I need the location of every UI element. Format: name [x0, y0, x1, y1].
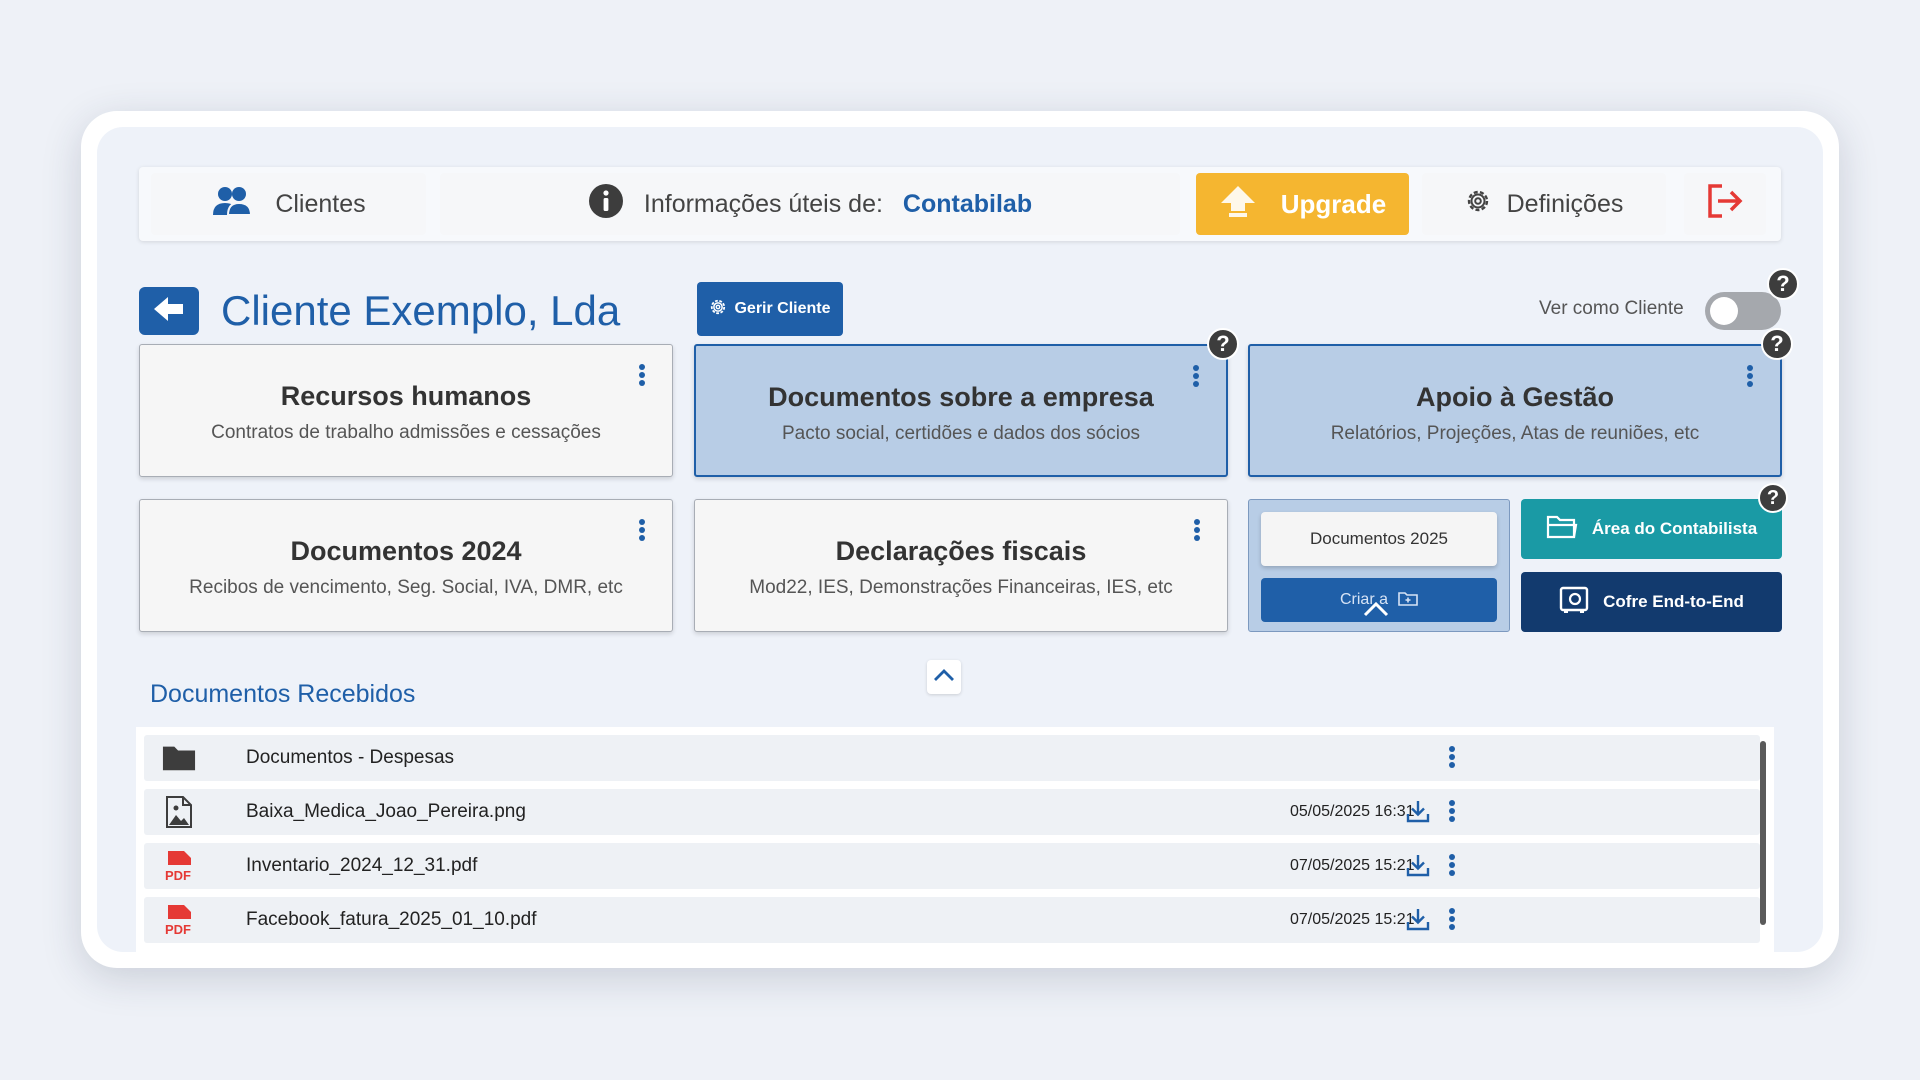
chevron-up-icon [932, 668, 956, 687]
gear-icon [1465, 188, 1491, 221]
kebab-menu-icon[interactable] [638, 518, 646, 547]
info-label: Informações úteis de: [643, 189, 883, 218]
svg-text:PDF: PDF [165, 922, 191, 936]
help-icon[interactable]: ? [1207, 328, 1239, 360]
file-name: Inventario_2024_12_31.pdf [246, 855, 478, 876]
upgrade-button[interactable]: Upgrade [1196, 173, 1409, 235]
help-icon[interactable]: ? [1761, 328, 1793, 360]
file-name: Facebook_fatura_2025_01_10.pdf [246, 909, 537, 930]
card-subtitle: Relatórios, Projeções, Atas de reuniões,… [1330, 423, 1700, 444]
app-frame: Clientes Informações úteis de: Contabila… [81, 111, 1839, 968]
back-button[interactable] [139, 287, 199, 335]
list-item[interactable]: Documentos - Despesas [144, 735, 1760, 781]
top-navbar: Clientes Informações úteis de: Contabila… [139, 167, 1781, 241]
clients-nav-button[interactable]: Clientes [151, 173, 426, 235]
folder-open-icon [1546, 514, 1578, 545]
kebab-menu-icon[interactable] [1193, 518, 1201, 547]
gear-icon [709, 298, 727, 321]
accountant-area-label: Área do Contabilista [1591, 519, 1758, 538]
help-icon[interactable]: ? [1758, 483, 1788, 513]
info-brand-link[interactable]: Contabilab [903, 190, 1032, 219]
info-icon [588, 183, 624, 226]
view-as-client-label: Ver como Cliente [1539, 298, 1684, 319]
chevron-up-icon [1361, 600, 1391, 623]
svg-text:PDF: PDF [165, 868, 191, 882]
card-subtitle: Pacto social, certidões e dados dos sóci… [781, 423, 1141, 444]
toggle-knob [1710, 297, 1738, 325]
vault-label: Cofre End-to-End [1603, 592, 1744, 611]
vault-button[interactable]: Cofre End-to-End [1521, 572, 1782, 632]
kebab-menu-icon[interactable] [1448, 745, 1456, 774]
card-apoio-gestao[interactable]: Apoio à Gestão Relatórios, Projeções, At… [1248, 344, 1782, 477]
download-icon[interactable] [1406, 853, 1430, 882]
settings-button[interactable]: Definições [1422, 173, 1666, 235]
kebab-menu-icon[interactable] [638, 363, 646, 392]
accountant-area-button[interactable]: Área do Contabilista [1521, 499, 1782, 559]
page-title: Cliente Exemplo, Lda [221, 287, 621, 334]
received-documents-title: Documentos Recebidos [150, 680, 416, 708]
card-title: Documentos 2024 [290, 536, 522, 566]
list-item[interactable]: Baixa_Medica_Joao_Pereira.png 05/05/2025… [144, 789, 1760, 835]
file-date: 07/05/2025 15:21 [1290, 857, 1415, 874]
card-recursos-humanos[interactable]: Recursos humanos Contratos de trabalho a… [139, 344, 673, 477]
safe-icon [1559, 586, 1589, 619]
kebab-menu-icon[interactable] [1448, 907, 1456, 936]
info-nav-button[interactable]: Informações úteis de: Contabilab [440, 173, 1180, 235]
pdf-file-icon: PDF [162, 903, 196, 937]
pdf-file-icon: PDF [162, 849, 196, 883]
download-icon[interactable] [1406, 907, 1430, 936]
logout-button[interactable] [1684, 173, 1766, 235]
folder-icon [162, 741, 196, 775]
card-subtitle: Mod22, IES, Demonstrações Financeiras, I… [749, 577, 1173, 598]
upload-arrow-icon [1219, 184, 1257, 225]
image-file-icon [162, 795, 196, 829]
upgrade-label: Upgrade [1280, 188, 1387, 219]
kebab-menu-icon[interactable] [1448, 853, 1456, 882]
card-subtitle: Contratos de trabalho admissões e cessaç… [211, 422, 601, 443]
card-title: Documentos sobre a empresa [768, 382, 1154, 412]
card-title: Recursos humanos [280, 381, 532, 411]
manage-client-button[interactable]: Gerir Cliente [697, 282, 843, 336]
card-subtitle: Recibos de vencimento, Seg. Social, IVA,… [189, 577, 623, 598]
folder-plus-icon [1398, 590, 1418, 611]
new-folder-panel: Documentos 2025 Criar a [1248, 499, 1510, 632]
download-icon[interactable] [1406, 799, 1430, 828]
collapse-button[interactable] [927, 660, 961, 694]
received-documents-list: Documentos - Despesas Baixa_Medica_Joao_… [136, 727, 1774, 952]
card-title: Apoio à Gestão [1415, 382, 1615, 412]
documentos-2025-button[interactable]: Documentos 2025 [1261, 512, 1497, 566]
file-date: 05/05/2025 16:31 [1290, 803, 1415, 820]
list-item[interactable]: PDF Inventario_2024_12_31.pdf 07/05/2025… [144, 843, 1760, 889]
file-date: 07/05/2025 15:21 [1290, 911, 1415, 928]
kebab-menu-icon[interactable] [1448, 799, 1456, 828]
card-documentos-2024[interactable]: Documentos 2024 Recibos de vencimento, S… [139, 499, 673, 632]
card-title: Declarações fiscais [835, 536, 1087, 566]
view-as-client-toggle[interactable] [1705, 292, 1781, 330]
arrow-left-icon [152, 295, 186, 328]
clients-label: Clientes [275, 189, 366, 218]
list-item[interactable]: PDF Facebook_fatura_2025_01_10.pdf 07/05… [144, 897, 1760, 943]
kebab-menu-icon[interactable] [1192, 364, 1200, 393]
client-header: Cliente Exemplo, Lda Gerir Cliente Ver c… [139, 268, 1799, 342]
app-window: Clientes Informações úteis de: Contabila… [97, 127, 1823, 952]
users-icon [211, 185, 253, 224]
logout-icon [1706, 183, 1744, 226]
card-declaracoes-fiscais[interactable]: Declarações fiscais Mod22, IES, Demonstr… [694, 499, 1228, 632]
settings-label: Definições [1506, 189, 1624, 218]
list-scrollbar[interactable] [1758, 731, 1768, 952]
scrollbar-thumb[interactable] [1760, 741, 1766, 925]
help-icon[interactable]: ? [1767, 268, 1799, 300]
file-name: Baixa_Medica_Joao_Pereira.png [246, 801, 526, 822]
manage-client-label: Gerir Cliente [734, 300, 831, 317]
file-name: Documentos - Despesas [246, 747, 455, 768]
card-documentos-empresa[interactable]: Documentos sobre a empresa Pacto social,… [694, 344, 1228, 477]
kebab-menu-icon[interactable] [1746, 364, 1754, 393]
